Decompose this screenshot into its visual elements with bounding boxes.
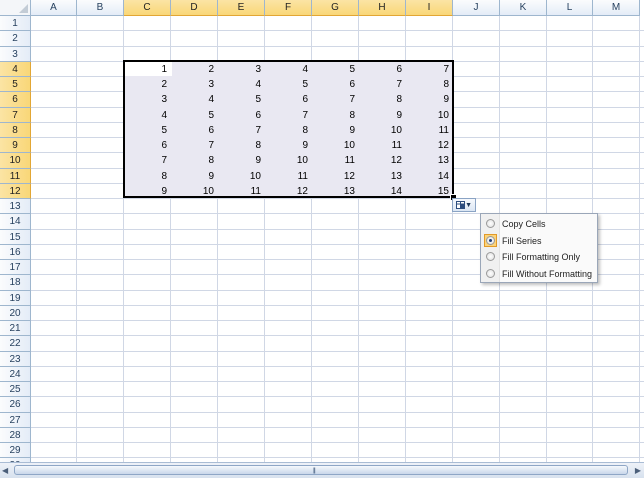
menu-item-copy-cells[interactable]: Copy Cells — [482, 216, 596, 232]
row-gridline — [31, 396, 644, 397]
row-header-1[interactable]: 1 — [0, 16, 31, 31]
menu-item-label: Fill Without Formatting — [502, 268, 593, 279]
column-header-h[interactable]: H — [359, 0, 406, 16]
row-gridline — [31, 427, 644, 428]
auto-fill-options-button[interactable]: ▼ — [452, 198, 476, 212]
menu-item-fill-without-formatting[interactable]: Fill Without Formatting — [482, 266, 596, 282]
column-header-l[interactable]: L — [547, 0, 593, 16]
row-gridline — [31, 305, 644, 306]
row-header-13[interactable]: 13 — [0, 199, 31, 214]
row-header-14[interactable]: 14 — [0, 214, 31, 230]
menu-item-fill-formatting-only[interactable]: Fill Formatting Only — [482, 249, 596, 265]
row-header-17[interactable]: 17 — [0, 260, 31, 275]
radio-button-icon[interactable] — [486, 235, 495, 245]
column-header-f[interactable]: F — [265, 0, 312, 16]
row-header-19[interactable]: 19 — [0, 291, 31, 306]
row-gridline — [31, 290, 644, 291]
row-header-2[interactable]: 2 — [0, 31, 31, 47]
row-header-23[interactable]: 23 — [0, 352, 31, 367]
row-header-5[interactable]: 5 — [0, 77, 31, 92]
row-header-10[interactable]: 10 — [0, 153, 31, 169]
row-header-4[interactable]: 4 — [0, 62, 31, 77]
row-header-22[interactable]: 22 — [0, 336, 31, 352]
row-gridline — [31, 457, 644, 458]
row-header-26[interactable]: 26 — [0, 397, 31, 413]
row-gridline — [31, 412, 644, 413]
menu-item-label: Fill Formatting Only — [502, 252, 581, 262]
menu-item-fill-series[interactable]: Fill Series — [482, 233, 596, 249]
column-header-a[interactable]: A — [31, 0, 77, 16]
row-header-6[interactable]: 6 — [0, 92, 31, 108]
row-gridline — [31, 30, 644, 31]
menu-item-label: Fill Series — [502, 235, 542, 246]
menu-item-label: Copy Cells — [502, 219, 546, 229]
scroll-right-icon[interactable]: ▶ — [635, 466, 641, 475]
radio-button-icon[interactable] — [486, 252, 495, 261]
row-header-20[interactable]: 20 — [0, 306, 31, 321]
scroll-grip-icon: ||| — [313, 468, 316, 474]
auto-fill-options-menu: Copy Cells Fill Series Fill Formatting Onl… — [480, 213, 598, 283]
radio-button-icon[interactable] — [486, 268, 495, 278]
row-gridline — [31, 366, 644, 367]
row-header-9[interactable]: 9 — [0, 138, 31, 153]
select-all-corner[interactable] — [0, 0, 31, 16]
row-header-29[interactable]: 29 — [0, 443, 31, 458]
dropdown-arrow-icon: ▼ — [465, 202, 472, 209]
row-gridline — [31, 320, 644, 321]
row-gridline — [31, 46, 644, 47]
scroll-left-icon[interactable]: ◀ — [2, 466, 8, 475]
selection-border — [123, 60, 454, 198]
row-header-8[interactable]: 8 — [0, 123, 31, 138]
select-all-triangle-icon — [19, 4, 28, 13]
column-header-e[interactable]: E — [218, 0, 265, 16]
row-gridline — [31, 381, 644, 382]
column-header-j[interactable]: J — [453, 0, 500, 16]
row-gridline — [31, 335, 644, 336]
row-header-11[interactable]: 11 — [0, 169, 31, 184]
column-header-i[interactable]: I — [406, 0, 453, 16]
column-header-k[interactable]: K — [500, 0, 547, 16]
row-gridline — [31, 442, 644, 443]
column-header-b[interactable]: B — [77, 0, 124, 16]
column-header-m[interactable]: M — [593, 0, 640, 16]
radio-button-icon[interactable] — [486, 219, 495, 228]
row-header-7[interactable]: 7 — [0, 108, 31, 123]
row-header-12[interactable]: 12 — [0, 184, 31, 199]
row-header-21[interactable]: 21 — [0, 321, 31, 336]
auto-fill-options-icon — [456, 201, 465, 209]
horizontal-scrollbar[interactable]: ◀ ||| ▶ — [0, 462, 644, 478]
row-header-27[interactable]: 27 — [0, 413, 31, 428]
row-header-18[interactable]: 18 — [0, 275, 31, 291]
row-header-16[interactable]: 16 — [0, 245, 31, 260]
row-header-24[interactable]: 24 — [0, 367, 31, 382]
column-header-d[interactable]: D — [171, 0, 218, 16]
column-header-c[interactable]: C — [124, 0, 171, 16]
spreadsheet-grid[interactable]: ABCDEFGHIJKLM 1 2 3 4 5 6 7 8 9 10 11 12 13 14 15 16 17 1… — [0, 0, 644, 462]
column-header-g[interactable]: G — [312, 0, 359, 16]
row-header-28[interactable]: 28 — [0, 428, 31, 443]
row-gridline — [31, 351, 644, 352]
row-header-15[interactable]: 15 — [0, 230, 31, 245]
row-header-25[interactable]: 25 — [0, 382, 31, 397]
row-header-3[interactable]: 3 — [0, 47, 31, 62]
scrollbar-thumb[interactable]: ||| — [14, 465, 628, 475]
